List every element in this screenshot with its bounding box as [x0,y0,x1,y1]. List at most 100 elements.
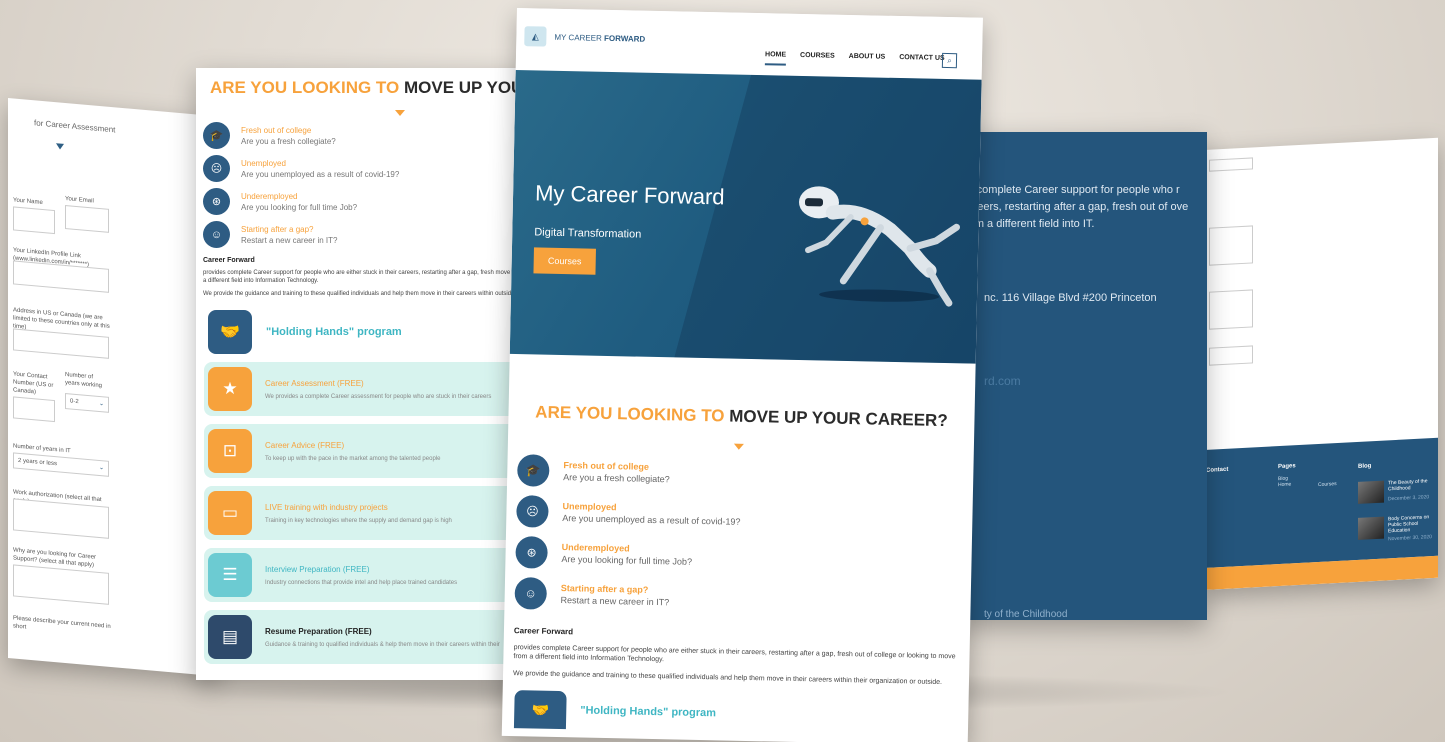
main-menu: HOME COURSES ABOUT US CONTACT US [764,51,945,69]
service-subtitle: Training in key technologies where the s… [265,517,452,524]
courses-button[interactable]: Courses [533,247,596,275]
paragraph: We provide the guidance and training to … [512,670,943,687]
service-card[interactable]: ☰ Interview Preparation (FREE) Industry c… [204,548,528,602]
about-page: es complete Career support for people wh… [962,132,1207,620]
service-subtitle: Industry connections that provide intel … [265,579,458,586]
service-subtitle: Guidance & training to qualified individ… [265,641,500,648]
footer-link[interactable]: Home [1278,481,1296,488]
item-title: Underemployed [561,542,630,554]
sad-face-icon: ☹ [203,155,230,182]
footer-link[interactable]: Courses [1318,481,1337,488]
years-working-select[interactable]: 0-2 ⌄ [65,392,109,413]
program-title: "Holding Hands" program [266,326,402,338]
list-item: 🎓 Fresh out of college Are you a fresh co… [516,454,974,496]
presentation-icon: ⊡ [208,429,252,473]
service-card[interactable]: ▭ LIVE training with industry projects Tr… [204,486,528,540]
brand-name: MY CAREER FORWARD [554,32,645,43]
label-name: Your Name [13,197,43,207]
clipboard-icon: ☰ [208,553,252,597]
list-item: ☺ Starting after a gap? Restart a new car… [514,577,971,619]
service-subtitle: We provides a complete Career assessment… [265,393,492,400]
section-title: Career Forward [203,257,255,264]
nav-courses[interactable]: COURSES [800,52,835,67]
form-input[interactable] [1209,345,1253,366]
section-heading: ARE YOU LOOKING TO MOVE UP YOUR CAREER? [508,402,974,432]
footer-page: Contact Pages Blog Home Courses Blog The… [1204,137,1438,590]
service-card[interactable]: ▤ Resume Preparation (FREE) Guidance & tr… [204,610,528,664]
name-input[interactable] [13,206,55,235]
service-card[interactable]: ★ Career Assessment (FREE) We provides a … [204,362,528,416]
hero-title: My Career Forward [534,180,725,210]
form-title: for Career Assessment [34,118,116,135]
blog-post-title[interactable]: The Beauty of the Childhood [1388,478,1434,492]
item-subtitle: Restart a new career in IT? [560,595,670,608]
item-title: Underemployed [241,191,298,201]
years-it-select[interactable]: 2 years or less ⌄ [13,452,109,477]
service-title: LIVE training with industry projects [265,502,388,512]
chevron-down-icon: ⌄ [98,400,104,408]
nav-contact-us[interactable]: CONTACT US [899,54,945,69]
footer-text: ty of the Childhood [984,609,1068,620]
program-title: "Holding Hands" program [580,704,717,720]
item-subtitle: Are you looking for full time Job? [561,554,693,567]
blog-thumbnail[interactable] [1358,480,1384,504]
chevron-down-icon [395,110,405,116]
form-textarea[interactable] [1209,225,1253,266]
service-title: Resume Preparation (FREE) [265,626,372,636]
list-item: ⊛ Underemployed Are you looking for full … [203,188,536,215]
nav-about-us[interactable]: ABOUT US [848,53,886,68]
site-logo[interactable]: ◭ MY CAREER FORWARD [524,26,645,49]
page-heading: ARE YOU LOOKING TO MOVE UP YOUR [196,68,536,98]
email-input[interactable] [65,204,109,233]
footer-heading: Contact [1206,466,1229,474]
chevron-down-icon: ⌄ [98,464,104,472]
years-working-value: 0-2 [70,398,79,406]
label-contact: Your Contact Number (US or Canada) [13,371,54,396]
compass-icon: ⊛ [203,188,230,215]
star-icon: ★ [208,367,252,411]
compass-icon: ⊛ [515,536,548,569]
blog-post-title[interactable]: Body Concerns on Public School Education [1388,514,1434,534]
paragraph: provides complete Career support for peo… [203,270,524,284]
form-input[interactable] [1209,157,1253,172]
item-title: Fresh out of college [241,125,312,135]
heading-highlight: ARE YOU LOOKING TO [535,402,725,426]
section-title: Career Forward [513,626,574,637]
nav-home[interactable]: HOME [764,51,787,66]
site-footer: Contact Pages Blog Home Courses Blog The… [1204,437,1438,568]
holding-hands-header: 🤝 "Holding Hands" program [208,310,536,354]
monitor-icon: ▭ [208,491,252,535]
handshake-icon: 🤝 [513,690,567,730]
email-link[interactable]: rd.com [984,374,1021,388]
blog-post-date: November 30, 2020 [1388,534,1432,543]
footer-contact-column: Contact [1206,467,1228,480]
hero-banner: My Career Forward Digital Transformation… [509,69,982,364]
list-item: 🎓 Fresh out of college Are you a fresh co… [203,122,536,149]
item-subtitle: Are you looking for full time Job? [241,202,358,212]
brand-text: MY CAREER [554,32,602,43]
holding-hands-header: 🤝 "Holding Hands" program [513,690,969,737]
service-subtitle: To keep up with the pace in the market a… [265,455,441,462]
blog-post-date: December 3, 2020 [1388,494,1430,503]
list-item: ☹ Unemployed Are you unemployed as a resu… [516,495,973,537]
why-box[interactable] [13,564,109,605]
item-title: Starting after a gap? [241,224,314,234]
footer-heading: Blog [1358,463,1372,470]
service-card[interactable]: ⊡ Career Advice (FREE) To keep up with th… [204,424,528,478]
item-title: Unemployed [241,158,286,168]
item-subtitle: Restart a new career in IT? [241,235,338,245]
service-title: Interview Preparation (FREE) [265,564,370,574]
blog-thumbnail[interactable] [1358,516,1384,540]
service-title: Career Assessment (FREE) [265,378,364,388]
footer-heading: Pages [1278,463,1296,471]
item-subtitle: Are you unemployed as a result of covid-… [241,169,400,179]
handshake-icon: 🤝 [208,310,252,354]
home-page: ◭ MY CAREER FORWARD HOME COURSES ABOUT U… [501,8,983,742]
contact-input[interactable] [13,396,55,423]
top-nav: ◭ MY CAREER FORWARD HOME COURSES ABOUT U… [515,8,983,80]
search-icon[interactable]: ⌕ [941,52,958,69]
graduation-cap-icon: 🎓 [516,454,550,487]
form-textarea[interactable] [1209,289,1253,330]
list-item: ⊛ Underemployed Are you looking for full … [515,536,972,578]
robot-illustration [798,186,961,307]
